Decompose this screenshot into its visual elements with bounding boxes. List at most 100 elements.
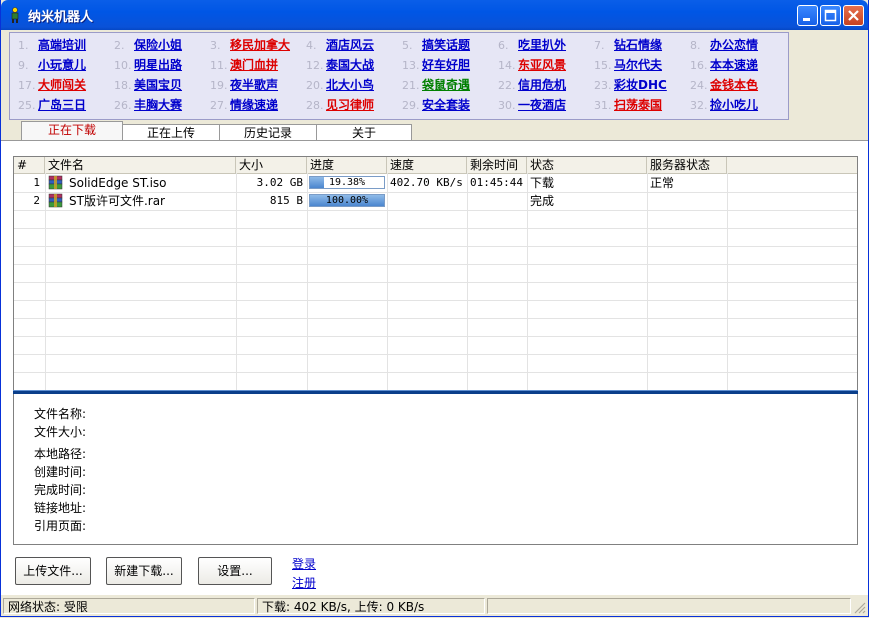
col-header-progress[interactable]: 进度 [307, 157, 387, 173]
file-size-cell: 3.02 GB [256, 176, 303, 189]
promo-link-30[interactable]: 30. 一夜酒店 [498, 96, 566, 114]
promo-link-15[interactable]: 15. 马尔代夫 [594, 56, 662, 74]
promo-link-text[interactable]: 酒店风云 [326, 38, 374, 52]
promo-link-text[interactable]: 东亚风景 [518, 58, 566, 72]
col-header-filename[interactable]: 文件名 [45, 157, 236, 173]
col-header-size[interactable]: 大小 [236, 157, 307, 173]
promo-link-22[interactable]: 22. 信用危机 [498, 76, 566, 94]
promo-link-text[interactable]: 见习律师 [326, 98, 374, 112]
promo-link-16[interactable]: 16. 本本速递 [690, 56, 758, 74]
settings-button[interactable]: 设置... [198, 557, 272, 585]
promo-link-text[interactable]: 泰国大战 [326, 58, 374, 72]
row-index: 2 [33, 194, 40, 207]
promo-link-text[interactable]: 彩妆DHC [614, 78, 667, 92]
tab-downloading[interactable]: 正在下载 [21, 121, 123, 141]
title-bar[interactable]: 纳米机器人 [1, 0, 868, 30]
upload-file-button[interactable]: 上传文件... [15, 557, 91, 585]
promo-link-32[interactable]: 32. 捡小吃儿 [690, 96, 758, 114]
table-row[interactable]: 1 SolidEdge ST.iso 3.02 GB 19.38% 402.70 KB/… [14, 174, 857, 193]
promo-link-6[interactable]: 6. 吃里扒外 [498, 36, 566, 54]
promo-link-9[interactable]: 9. 小玩意儿 [18, 56, 86, 74]
promo-link-4[interactable]: 4. 酒店风云 [306, 36, 374, 54]
promo-link-text[interactable]: 广岛三日 [38, 98, 86, 112]
promo-link-18[interactable]: 18. 美国宝贝 [114, 76, 182, 94]
promo-link-text[interactable]: 钻石情缘 [614, 38, 662, 52]
promo-link-text[interactable]: 移民加拿大 [230, 38, 290, 52]
promo-link-text[interactable]: 丰胸大赛 [134, 98, 182, 112]
promo-link-number: 24. [690, 79, 708, 92]
download-table[interactable]: # 文件名 大小 进度 速度 剩余时间 状态 服务器状态 1 SolidEdge … [13, 156, 858, 392]
promo-link-2[interactable]: 2. 保险小姐 [114, 36, 182, 54]
table-row [14, 264, 857, 283]
table-row[interactable]: 2 ST版许可文件.rar 815 B 100.00% 完成 [14, 192, 857, 211]
new-download-button[interactable]: 新建下载... [106, 557, 182, 585]
promo-link-text[interactable]: 夜半歌声 [230, 78, 278, 92]
minimize-button[interactable] [797, 5, 818, 26]
maximize-button[interactable] [820, 5, 841, 26]
promo-link-text[interactable]: 搞笑话题 [422, 38, 470, 52]
promo-link-11[interactable]: 11. 澳门血拼 [210, 56, 278, 74]
promo-link-10[interactable]: 10. 明星出路 [114, 56, 182, 74]
promo-link-28[interactable]: 28. 见习律师 [306, 96, 374, 114]
promo-link-7[interactable]: 7. 钻石情缘 [594, 36, 662, 54]
promo-link-19[interactable]: 19. 夜半歌声 [210, 76, 278, 94]
promo-link-text[interactable]: 好车好胆 [422, 58, 470, 72]
promo-link-text[interactable]: 马尔代夫 [614, 58, 662, 72]
promo-link-14[interactable]: 14. 东亚风景 [498, 56, 566, 74]
promo-link-text[interactable]: 明星出路 [134, 58, 182, 72]
promo-link-21[interactable]: 21. 袋鼠奇遇 [402, 76, 470, 94]
col-header-index[interactable]: # [14, 157, 45, 173]
promo-link-text[interactable]: 高端培训 [38, 38, 86, 52]
promo-link-1[interactable]: 1. 高端培训 [18, 36, 86, 54]
promo-link-text[interactable]: 扫荡泰国 [614, 98, 662, 112]
promo-link-text[interactable]: 袋鼠奇遇 [422, 78, 470, 92]
promo-link-number: 6. [498, 39, 509, 52]
promo-link-27[interactable]: 27. 情缘速递 [210, 96, 278, 114]
promo-link-text[interactable]: 捡小吃儿 [710, 98, 758, 112]
promo-link-text[interactable]: 金钱本色 [710, 78, 758, 92]
register-link[interactable]: 注册 [292, 574, 316, 591]
promo-link-25[interactable]: 25. 广岛三日 [18, 96, 86, 114]
promo-link-12[interactable]: 12. 泰国大战 [306, 56, 374, 74]
promo-link-text[interactable]: 保险小姐 [134, 38, 182, 52]
promo-link-text[interactable]: 澳门血拼 [230, 58, 278, 72]
promo-link-23[interactable]: 23. 彩妆DHC [594, 76, 667, 94]
tab-uploading[interactable]: 正在上传 [122, 124, 220, 141]
detail-filename-label: 文件名称: [34, 407, 87, 421]
promo-link-3[interactable]: 3. 移民加拿大 [210, 36, 290, 54]
login-link[interactable]: 登录 [292, 555, 316, 572]
promo-link-29[interactable]: 29. 安全套装 [402, 96, 470, 114]
promo-link-text[interactable]: 一夜酒店 [518, 98, 566, 112]
progress-text: 19.38% [328, 177, 366, 188]
col-header-speed[interactable]: 速度 [387, 157, 467, 173]
promo-link-text[interactable]: 办公恋情 [710, 38, 758, 52]
promo-link-number: 12. [306, 59, 324, 72]
transfer-rate-status: 下载: 402 KB/s, 上传: 0 KB/s [257, 598, 485, 614]
tab-history[interactable]: 历史记录 [219, 124, 317, 141]
promo-link-text[interactable]: 美国宝贝 [134, 78, 182, 92]
col-header-server-status[interactable]: 服务器状态 [647, 157, 727, 173]
promo-link-24[interactable]: 24. 金钱本色 [690, 76, 758, 94]
promo-link-17[interactable]: 17. 大师闯关 [18, 76, 86, 94]
promo-links-panel: 1. 高端培训 2. 保险小姐 3. 移民加拿大 4. 酒店风云 5. 搞笑话题 6. 吃里扒外 7. 钻… [9, 32, 789, 120]
promo-link-text[interactable]: 信用危机 [518, 78, 566, 92]
resize-grip-icon[interactable] [854, 602, 866, 614]
promo-link-text[interactable]: 吃里扒外 [518, 38, 566, 52]
close-button[interactable] [843, 5, 864, 26]
col-header-status[interactable]: 状态 [527, 157, 647, 173]
promo-link-text[interactable]: 本本速递 [710, 58, 758, 72]
col-header-remaining[interactable]: 剩余时间 [467, 157, 527, 173]
promo-link-26[interactable]: 26. 丰胸大赛 [114, 96, 182, 114]
promo-link-13[interactable]: 13. 好车好胆 [402, 56, 470, 74]
promo-link-5[interactable]: 5. 搞笑话题 [402, 36, 470, 54]
promo-link-31[interactable]: 31. 扫荡泰国 [594, 96, 662, 114]
promo-link-text[interactable]: 小玩意儿 [38, 58, 86, 72]
tab-about[interactable]: 关于 [316, 124, 412, 141]
promo-link-text[interactable]: 情缘速递 [230, 98, 278, 112]
promo-link-20[interactable]: 20. 北大小鸟 [306, 76, 374, 94]
promo-link-8[interactable]: 8. 办公恋情 [690, 36, 758, 54]
promo-link-text[interactable]: 大师闯关 [38, 78, 86, 92]
server-status-cell: 正常 [650, 176, 675, 190]
promo-link-text[interactable]: 安全套装 [422, 98, 470, 112]
promo-link-text[interactable]: 北大小鸟 [326, 78, 374, 92]
